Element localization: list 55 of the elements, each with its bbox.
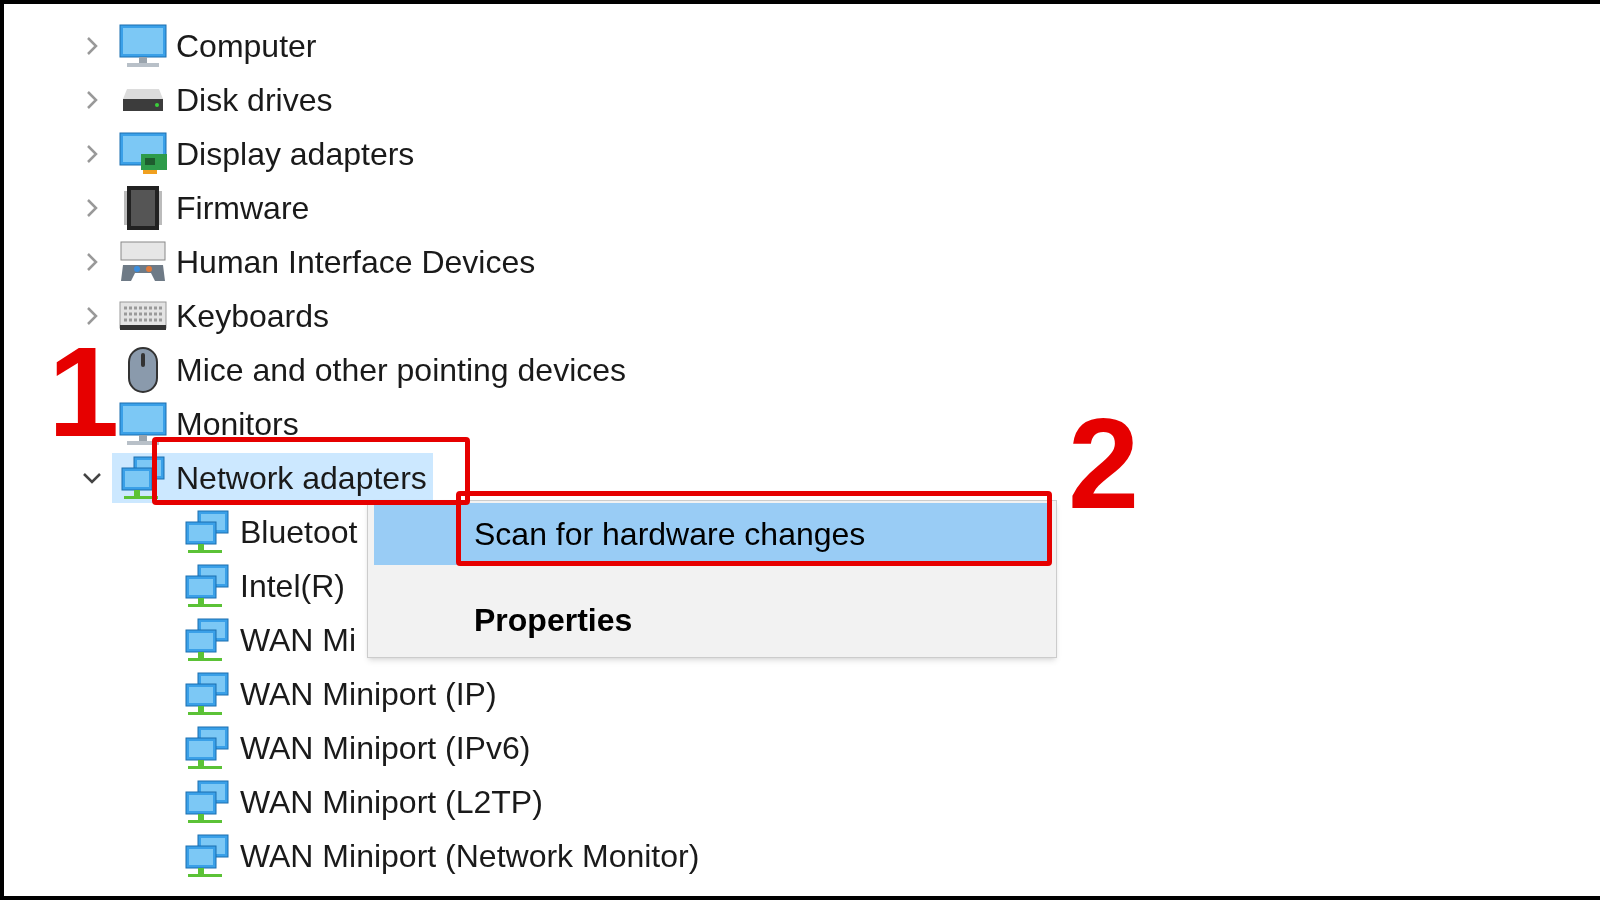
- tree-item[interactable]: Network adapters: [112, 453, 433, 503]
- expand-chevron-icon[interactable]: [86, 252, 98, 272]
- network-icon: [184, 510, 230, 554]
- tree-item-label: WAN Miniport (IP): [240, 675, 497, 713]
- keyboard-icon: [119, 301, 167, 331]
- tree-item-label: WAN Miniport (L2TP): [240, 783, 543, 821]
- tree-item-label: Intel(R): [240, 567, 345, 605]
- chip-icon: [123, 185, 163, 231]
- monitor-icon: [119, 24, 167, 68]
- expand-chevron-icon[interactable]: [86, 90, 98, 110]
- expand-chevron-icon[interactable]: [86, 36, 98, 56]
- network-icon: [184, 780, 230, 824]
- display-adapter-icon: [119, 132, 167, 176]
- expand-chevron-icon[interactable]: [86, 144, 98, 164]
- tree-item-label: Bluetoot: [240, 513, 358, 551]
- drive-icon: [121, 87, 165, 113]
- menu-item[interactable]: Scan for hardware changes: [374, 503, 1050, 565]
- tree-item-label: Mice and other pointing devices: [176, 351, 627, 389]
- tree-item-label: Disk drives: [176, 81, 333, 119]
- tree-item-label: Keyboards: [176, 297, 329, 335]
- network-icon: [120, 456, 166, 500]
- network-icon: [184, 726, 230, 770]
- tree-item[interactable]: WAN Miniport (L2TP): [176, 777, 549, 827]
- tree-item-label: Display adapters: [176, 135, 415, 173]
- tree-item-label: WAN Miniport (IPv6): [240, 729, 531, 767]
- tree-item[interactable]: WAN Miniport (Network Monitor): [176, 831, 706, 881]
- tree-item-label: Network adapters: [176, 459, 427, 497]
- network-icon: [184, 672, 230, 716]
- mouse-icon: [128, 347, 158, 393]
- tree-item-label: Firmware: [176, 189, 310, 227]
- tree-item[interactable]: Firmware: [112, 183, 316, 233]
- step-number: 2: [1068, 400, 1140, 528]
- tree-item[interactable]: WAN Mi: [176, 615, 363, 665]
- tree-item[interactable]: Bluetoot: [176, 507, 364, 557]
- collapse-chevron-icon[interactable]: [82, 472, 102, 484]
- tree-item-label: WAN Miniport (Network Monitor): [240, 837, 700, 875]
- tree-item[interactable]: Intel(R): [176, 561, 351, 611]
- tree-item[interactable]: Computer: [112, 21, 323, 71]
- network-icon: [184, 834, 230, 878]
- tree-item[interactable]: WAN Miniport (IP): [176, 669, 503, 719]
- menu-item[interactable]: Properties: [374, 589, 1050, 651]
- tree-item[interactable]: Disk drives: [112, 75, 339, 125]
- expand-chevron-icon[interactable]: [86, 306, 98, 326]
- tree-item-label: Monitors: [176, 405, 299, 443]
- tree-item[interactable]: Human Interface Devices: [112, 237, 542, 287]
- tree-item-label: Human Interface Devices: [176, 243, 536, 281]
- expand-chevron-icon[interactable]: [86, 198, 98, 218]
- network-icon: [184, 618, 230, 662]
- monitor-icon: [119, 402, 167, 446]
- keyboard-gamepad-icon: [119, 241, 167, 283]
- tree-item[interactable]: WAN Miniport (IPv6): [176, 723, 537, 773]
- network-icon: [184, 564, 230, 608]
- tree-item-label: WAN Mi: [240, 621, 357, 659]
- tree-item-label: Computer: [176, 27, 317, 65]
- tree-item[interactable]: Display adapters: [112, 129, 421, 179]
